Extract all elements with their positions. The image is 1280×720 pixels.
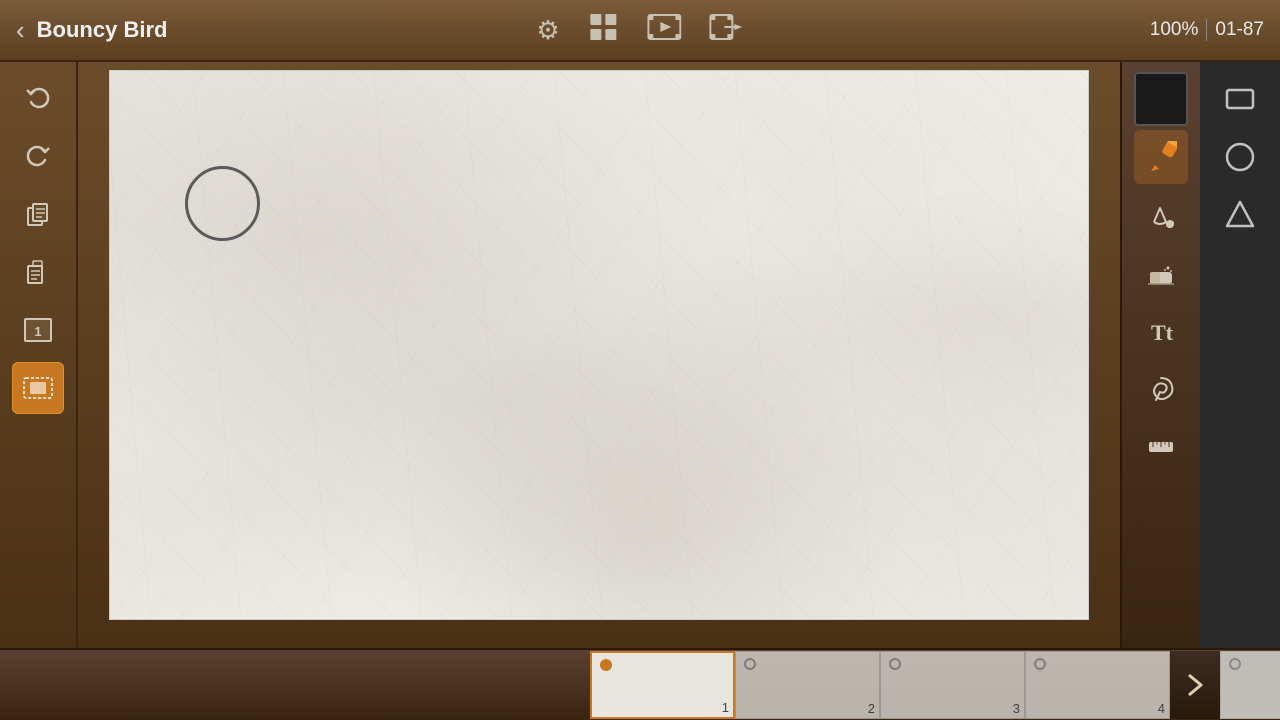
current-frame-button[interactable] (12, 362, 64, 414)
film-play-icon[interactable] (648, 11, 682, 50)
left-sidebar: 1 (0, 62, 78, 648)
grid-icon[interactable] (588, 11, 620, 50)
thumbnail-extra[interactable] (1220, 651, 1280, 719)
thumbnail-dot-3 (889, 658, 901, 670)
thumbnail-4[interactable]: 4 (1025, 651, 1170, 719)
triangle-shape-button[interactable] (1213, 188, 1267, 242)
thumbnails-next-button[interactable] (1170, 651, 1220, 719)
rectangle-shape-button[interactable] (1213, 72, 1267, 126)
ruler-tool-button[interactable] (1134, 420, 1188, 474)
text-tool-button[interactable]: Tt (1134, 304, 1188, 358)
thumbnail-3[interactable]: 3 (880, 651, 1025, 719)
thumbnail-number-2: 2 (868, 701, 875, 716)
export-icon[interactable] (710, 11, 744, 50)
thumbnail-number-1: 1 (722, 700, 729, 715)
top-bar: ‹ Bouncy Bird ⚙ (0, 0, 1280, 62)
lasso-tool-button[interactable] (1134, 362, 1188, 416)
undo-button[interactable] (12, 72, 64, 124)
thumbnail-dot-4 (1034, 658, 1046, 670)
circle-shape-button[interactable] (1213, 130, 1267, 184)
eraser-tool-button[interactable] (1134, 246, 1188, 300)
right-sidebar: Tt (1120, 62, 1200, 648)
drawing-canvas[interactable] (109, 70, 1089, 620)
settings-icon[interactable]: ⚙ (536, 15, 559, 46)
canvas-area[interactable] (78, 62, 1120, 648)
redo-button[interactable] (12, 130, 64, 182)
page-indicator: 01-87 (1207, 19, 1264, 41)
top-bar-right: 100% 01-87 (1150, 19, 1264, 41)
svg-text:1: 1 (34, 324, 41, 339)
thumbnail-container: 1 2 3 4 (590, 651, 1280, 719)
app-title: Bouncy Bird (37, 17, 168, 43)
back-button[interactable]: ‹ (16, 17, 25, 43)
paste-button[interactable] (12, 246, 64, 298)
thumbnail-1[interactable]: 1 (590, 651, 735, 719)
copy-button[interactable] (12, 188, 64, 240)
thumbnail-number-3: 3 (1013, 701, 1020, 716)
pen-tool-button[interactable] (1134, 130, 1188, 184)
thumbnail-2[interactable]: 2 (735, 651, 880, 719)
canvas-circle-shape (185, 166, 260, 241)
shapes-panel (1200, 62, 1280, 648)
fill-tool-button[interactable] (1134, 188, 1188, 242)
main-area: 1 (0, 62, 1280, 648)
svg-text:Tt: Tt (1151, 320, 1174, 345)
color-swatch-button[interactable] (1134, 72, 1188, 126)
thumbnail-dot-extra (1229, 658, 1241, 670)
thumbnail-dot-1 (600, 659, 612, 671)
thumbnail-dot-2 (744, 658, 756, 670)
top-bar-center: ⚙ (536, 11, 743, 50)
thumbnail-number-4: 4 (1158, 701, 1165, 716)
frame-number-button[interactable]: 1 (12, 304, 64, 356)
zoom-level: 100% (1150, 19, 1208, 41)
bottom-thumbnail-strip: 1 2 3 4 (0, 648, 1280, 720)
